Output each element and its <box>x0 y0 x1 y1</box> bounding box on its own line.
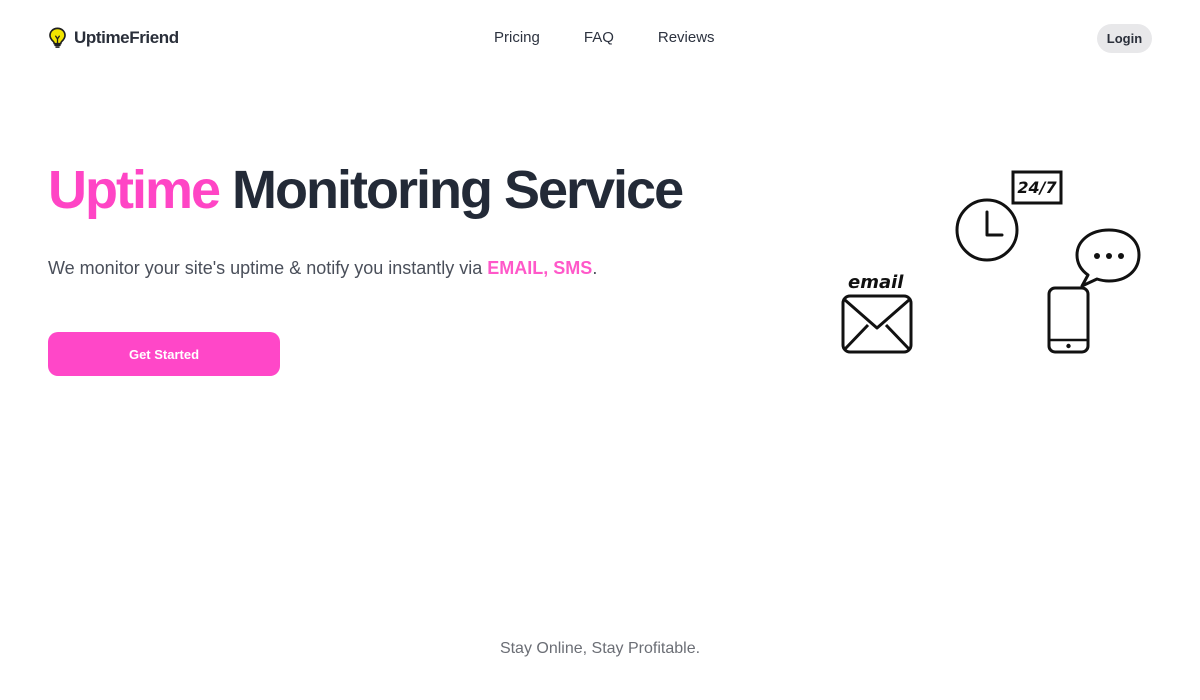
hero-subtitle-highlight: EMAIL, SMS <box>487 258 593 278</box>
lightbulb-icon <box>49 27 66 48</box>
nav-link-pricing[interactable]: Pricing <box>494 29 540 47</box>
hero-title-accent: Uptime <box>48 160 221 220</box>
hero-subtitle-suffix: . <box>592 258 598 278</box>
email-label: email <box>848 272 904 293</box>
nav-link-reviews[interactable]: Reviews <box>658 29 715 47</box>
login-button[interactable]: Login <box>1097 24 1152 53</box>
smartphone-icon <box>1047 286 1090 354</box>
badge-24-7-text: 24/7 <box>1017 178 1057 197</box>
notification-illustration: 24/7 email <box>841 170 1141 354</box>
clock-icon <box>955 198 1019 262</box>
hero-subtitle-prefix: We monitor your site's uptime & notify y… <box>48 258 488 278</box>
badge-24-7: 24/7 <box>1011 170 1063 205</box>
get-started-button[interactable]: Get Started <box>48 332 280 376</box>
chat-bubble-icon <box>1075 228 1141 288</box>
site-header: UptimeFriend Pricing FAQ Reviews Login <box>0 0 1200 76</box>
main-nav: Pricing FAQ Reviews <box>494 29 715 47</box>
footer-tagline: Stay Online, Stay Profitable. <box>499 640 701 657</box>
brand-name: UptimeFriend <box>74 28 179 47</box>
landing-page: UptimeFriend Pricing FAQ Reviews Login U… <box>0 0 1200 700</box>
nav-link-faq[interactable]: FAQ <box>584 29 614 47</box>
envelope-icon <box>841 294 913 354</box>
hero-title: Uptime Monitoring Service <box>48 155 684 225</box>
brand-logo-link[interactable]: UptimeFriend <box>48 27 179 49</box>
hero-title-rest: Monitoring Service <box>232 160 684 220</box>
hero-subtitle: We monitor your site's uptime & notify y… <box>48 255 597 281</box>
